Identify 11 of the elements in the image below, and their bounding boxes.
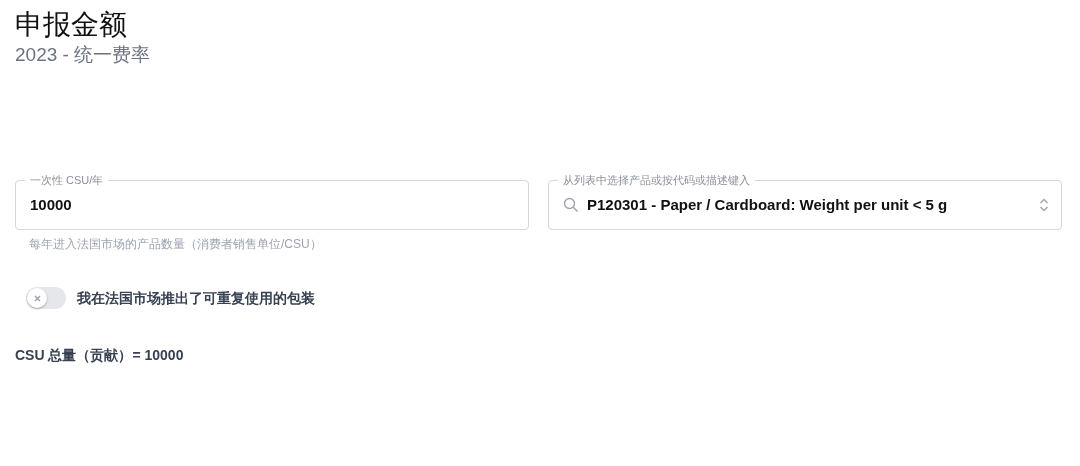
field-label: 一次性 CSU/年 <box>25 173 109 187</box>
close-icon <box>33 294 41 302</box>
chevron-updown-icon <box>1039 197 1049 213</box>
page-subtitle: 2023 - 统一费率 <box>15 43 152 67</box>
help-text: 每年进入法国市场的产品数量（消费者销售单位/CSU） <box>29 236 323 253</box>
page-title: 申报金额 <box>15 8 128 42</box>
search-icon <box>563 197 579 213</box>
toggle-label: 我在法国市场推出了可重复使用的包装 <box>77 288 315 308</box>
field-label: 从列表中选择产品或按代码或描述键入 <box>558 173 755 187</box>
total-text: CSU 总量（贡献）= 10000 <box>15 346 185 365</box>
toggle-switch[interactable] <box>26 287 66 309</box>
